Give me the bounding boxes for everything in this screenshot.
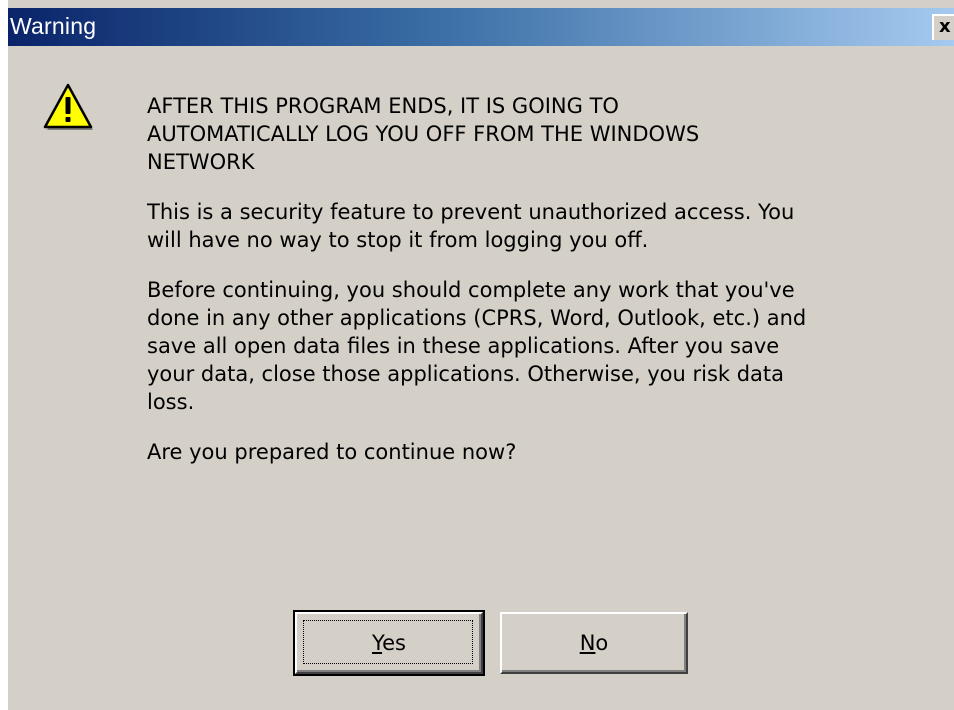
window-title: Warning <box>10 13 97 39</box>
message-question: Are you prepared to continue now? <box>147 440 517 464</box>
yes-button-label: es <box>382 631 406 655</box>
message-body: AFTER THIS PROGRAM ENDS, IT IS GOING TO … <box>147 92 937 488</box>
no-button-mnemonic: N <box>579 631 596 655</box>
no-button[interactable]: No <box>500 612 688 674</box>
message-paragraph-save-work: Before continuing, you should complete a… <box>147 278 807 414</box>
warning-icon <box>43 83 93 130</box>
message-paragraph-security: This is a security feature to prevent un… <box>147 200 795 252</box>
title-bar[interactable]: Warning x <box>8 8 954 46</box>
warning-dialog: Warning x AFTER THIS PROGRAM ENDS, IT IS… <box>6 0 954 710</box>
close-icon: x <box>939 16 951 37</box>
message-heading: AFTER THIS PROGRAM ENDS, IT IS GOING TO … <box>147 94 700 174</box>
no-button-label: o <box>595 631 609 655</box>
yes-button-mnemonic: Y <box>372 631 383 655</box>
close-button[interactable]: x <box>932 14 954 40</box>
yes-button[interactable]: Yes <box>293 610 485 676</box>
